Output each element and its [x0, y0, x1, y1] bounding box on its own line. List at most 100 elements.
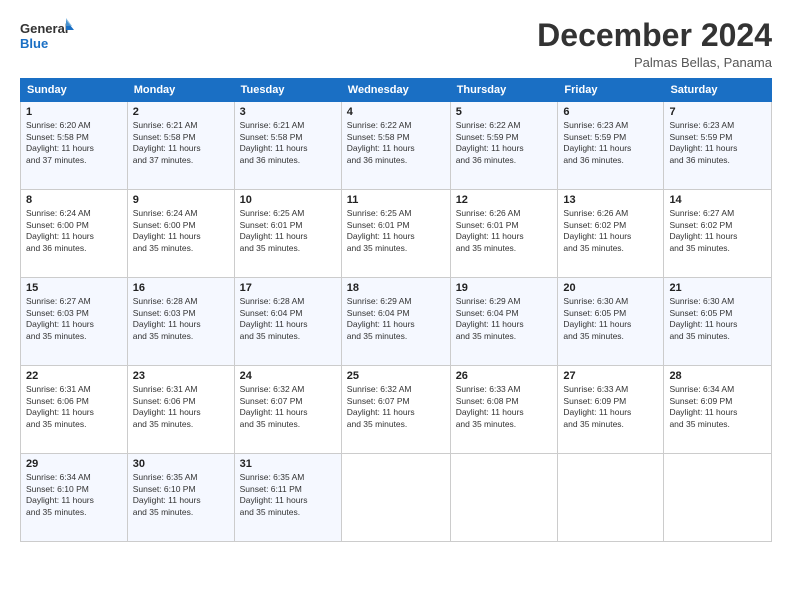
- col-header-sunday: Sunday: [21, 79, 128, 102]
- day-info: Sunrise: 6:21 AM Sunset: 5:58 PM Dayligh…: [240, 120, 336, 166]
- day-info: Sunrise: 6:26 AM Sunset: 6:02 PM Dayligh…: [563, 208, 658, 254]
- calendar-cell: 16 Sunrise: 6:28 AM Sunset: 6:03 PM Dayli…: [127, 278, 234, 366]
- day-number: 12: [456, 194, 553, 206]
- day-number: 15: [26, 282, 122, 294]
- day-number: 11: [347, 194, 445, 206]
- calendar-cell: 9Sunrise: 6:24 AM Sunset: 6:00 PM Daylig…: [127, 190, 234, 278]
- calendar-cell: 3 Sunrise: 6:21 AM Sunset: 5:58 PM Daylig…: [234, 102, 341, 190]
- day-number: 19: [456, 282, 553, 294]
- calendar-cell: 29 Sunrise: 6:34 AM Sunset: 6:10 PM Dayli…: [21, 454, 128, 542]
- day-info: Sunrise: 6:27 AM Sunset: 6:03 PM Dayligh…: [26, 296, 122, 342]
- day-number: 1: [26, 106, 122, 118]
- col-header-monday: Monday: [127, 79, 234, 102]
- day-number: 26: [456, 370, 553, 382]
- svg-text:General: General: [20, 21, 68, 36]
- svg-text:Blue: Blue: [20, 36, 48, 51]
- day-number: 3: [240, 106, 336, 118]
- calendar-cell: 18 Sunrise: 6:29 AM Sunset: 6:04 PM Dayli…: [341, 278, 450, 366]
- day-number: 29: [26, 458, 122, 470]
- day-number: 24: [240, 370, 336, 382]
- calendar-table: SundayMondayTuesdayWednesdayThursdayFrid…: [20, 78, 772, 542]
- calendar-cell: 21 Sunrise: 6:30 AM Sunset: 6:05 PM Dayli…: [664, 278, 772, 366]
- calendar-cell: 25 Sunrise: 6:32 AM Sunset: 6:07 PM Dayli…: [341, 366, 450, 454]
- day-number: 13: [563, 194, 658, 206]
- col-header-thursday: Thursday: [450, 79, 558, 102]
- day-info: Sunrise: 6:27 AM Sunset: 6:02 PM Dayligh…: [669, 208, 766, 254]
- title-area: December 2024 Palmas Bellas, Panama: [537, 18, 772, 70]
- day-info: Sunrise: 6:22 AM Sunset: 5:59 PM Dayligh…: [456, 120, 553, 166]
- day-info: Sunrise: 6:30 AM Sunset: 6:05 PM Dayligh…: [563, 296, 658, 342]
- calendar-cell: 8 Sunrise: 6:24 AM Sunset: 6:00 PM Daylig…: [21, 190, 128, 278]
- day-number: 14: [669, 194, 766, 206]
- day-info: Sunrise: 6:33 AM Sunset: 6:08 PM Dayligh…: [456, 384, 553, 430]
- col-header-tuesday: Tuesday: [234, 79, 341, 102]
- calendar-cell: 19 Sunrise: 6:29 AM Sunset: 6:04 PM Dayli…: [450, 278, 558, 366]
- calendar-cell: 11 Sunrise: 6:25 AM Sunset: 6:01 PM Dayli…: [341, 190, 450, 278]
- day-number: 21: [669, 282, 766, 294]
- day-info: Sunrise: 6:33 AM Sunset: 6:09 PM Dayligh…: [563, 384, 658, 430]
- calendar-cell: 4 Sunrise: 6:22 AM Sunset: 5:58 PM Daylig…: [341, 102, 450, 190]
- day-info: Sunrise: 6:30 AM Sunset: 6:05 PM Dayligh…: [669, 296, 766, 342]
- calendar-cell: 24 Sunrise: 6:32 AM Sunset: 6:07 PM Dayli…: [234, 366, 341, 454]
- calendar-cell: 22Sunrise: 6:31 AM Sunset: 6:06 PM Dayli…: [21, 366, 128, 454]
- day-info: Sunrise: 6:24 AM Sunset: 6:00 PM Dayligh…: [133, 208, 229, 254]
- calendar-cell: 5Sunrise: 6:22 AM Sunset: 5:59 PM Daylig…: [450, 102, 558, 190]
- calendar-cell: 6 Sunrise: 6:23 AM Sunset: 5:59 PM Daylig…: [558, 102, 664, 190]
- day-info: Sunrise: 6:22 AM Sunset: 5:58 PM Dayligh…: [347, 120, 445, 166]
- day-number: 16: [133, 282, 229, 294]
- day-info: Sunrise: 6:25 AM Sunset: 6:01 PM Dayligh…: [240, 208, 336, 254]
- calendar-cell: 26 Sunrise: 6:33 AM Sunset: 6:08 PM Dayli…: [450, 366, 558, 454]
- day-number: 22: [26, 370, 122, 382]
- logo: General Blue: [20, 18, 74, 54]
- month-title: December 2024: [537, 18, 772, 53]
- day-number: 20: [563, 282, 658, 294]
- calendar-cell: 12 Sunrise: 6:26 AM Sunset: 6:01 PM Dayli…: [450, 190, 558, 278]
- day-number: 30: [133, 458, 229, 470]
- calendar-cell: [664, 454, 772, 542]
- day-number: 4: [347, 106, 445, 118]
- day-info: Sunrise: 6:32 AM Sunset: 6:07 PM Dayligh…: [240, 384, 336, 430]
- day-info: Sunrise: 6:23 AM Sunset: 5:59 PM Dayligh…: [563, 120, 658, 166]
- day-info: Sunrise: 6:35 AM Sunset: 6:11 PM Dayligh…: [240, 472, 336, 518]
- day-info: Sunrise: 6:35 AM Sunset: 6:10 PM Dayligh…: [133, 472, 229, 518]
- day-number: 25: [347, 370, 445, 382]
- calendar-cell: 10 Sunrise: 6:25 AM Sunset: 6:01 PM Dayli…: [234, 190, 341, 278]
- location: Palmas Bellas, Panama: [537, 55, 772, 70]
- day-number: 6: [563, 106, 658, 118]
- header: General Blue December 2024 Palmas Bellas…: [20, 18, 772, 70]
- day-number: 10: [240, 194, 336, 206]
- day-info: Sunrise: 6:32 AM Sunset: 6:07 PM Dayligh…: [347, 384, 445, 430]
- calendar-cell: 17 Sunrise: 6:28 AM Sunset: 6:04 PM Dayli…: [234, 278, 341, 366]
- calendar-cell: [341, 454, 450, 542]
- calendar-cell: 14 Sunrise: 6:27 AM Sunset: 6:02 PM Dayli…: [664, 190, 772, 278]
- calendar-cell: [558, 454, 664, 542]
- day-info: Sunrise: 6:29 AM Sunset: 6:04 PM Dayligh…: [347, 296, 445, 342]
- col-header-wednesday: Wednesday: [341, 79, 450, 102]
- calendar-cell: 30 Sunrise: 6:35 AM Sunset: 6:10 PM Dayli…: [127, 454, 234, 542]
- day-number: 8: [26, 194, 122, 206]
- col-header-saturday: Saturday: [664, 79, 772, 102]
- day-number: 7: [669, 106, 766, 118]
- day-info: Sunrise: 6:28 AM Sunset: 6:03 PM Dayligh…: [133, 296, 229, 342]
- calendar-cell: 27Sunrise: 6:33 AM Sunset: 6:09 PM Dayli…: [558, 366, 664, 454]
- day-info: Sunrise: 6:34 AM Sunset: 6:10 PM Dayligh…: [26, 472, 122, 518]
- calendar-cell: 2Sunrise: 6:21 AM Sunset: 5:58 PM Daylig…: [127, 102, 234, 190]
- day-info: Sunrise: 6:34 AM Sunset: 6:09 PM Dayligh…: [669, 384, 766, 430]
- calendar-cell: 31 Sunrise: 6:35 AM Sunset: 6:11 PM Dayli…: [234, 454, 341, 542]
- calendar-cell: 28 Sunrise: 6:34 AM Sunset: 6:09 PM Dayli…: [664, 366, 772, 454]
- day-info: Sunrise: 6:26 AM Sunset: 6:01 PM Dayligh…: [456, 208, 553, 254]
- day-info: Sunrise: 6:25 AM Sunset: 6:01 PM Dayligh…: [347, 208, 445, 254]
- day-number: 17: [240, 282, 336, 294]
- calendar-cell: 1 Sunrise: 6:20 AM Sunset: 5:58 PM Daylig…: [21, 102, 128, 190]
- calendar-cell: 13 Sunrise: 6:26 AM Sunset: 6:02 PM Dayli…: [558, 190, 664, 278]
- day-info: Sunrise: 6:29 AM Sunset: 6:04 PM Dayligh…: [456, 296, 553, 342]
- day-number: 31: [240, 458, 336, 470]
- day-number: 28: [669, 370, 766, 382]
- calendar-page: General Blue December 2024 Palmas Bellas…: [0, 0, 792, 612]
- calendar-cell: 15 Sunrise: 6:27 AM Sunset: 6:03 PM Dayli…: [21, 278, 128, 366]
- day-info: Sunrise: 6:24 AM Sunset: 6:00 PM Dayligh…: [26, 208, 122, 254]
- day-info: Sunrise: 6:28 AM Sunset: 6:04 PM Dayligh…: [240, 296, 336, 342]
- day-number: 18: [347, 282, 445, 294]
- day-info: Sunrise: 6:21 AM Sunset: 5:58 PM Dayligh…: [133, 120, 229, 166]
- day-info: Sunrise: 6:20 AM Sunset: 5:58 PM Dayligh…: [26, 120, 122, 166]
